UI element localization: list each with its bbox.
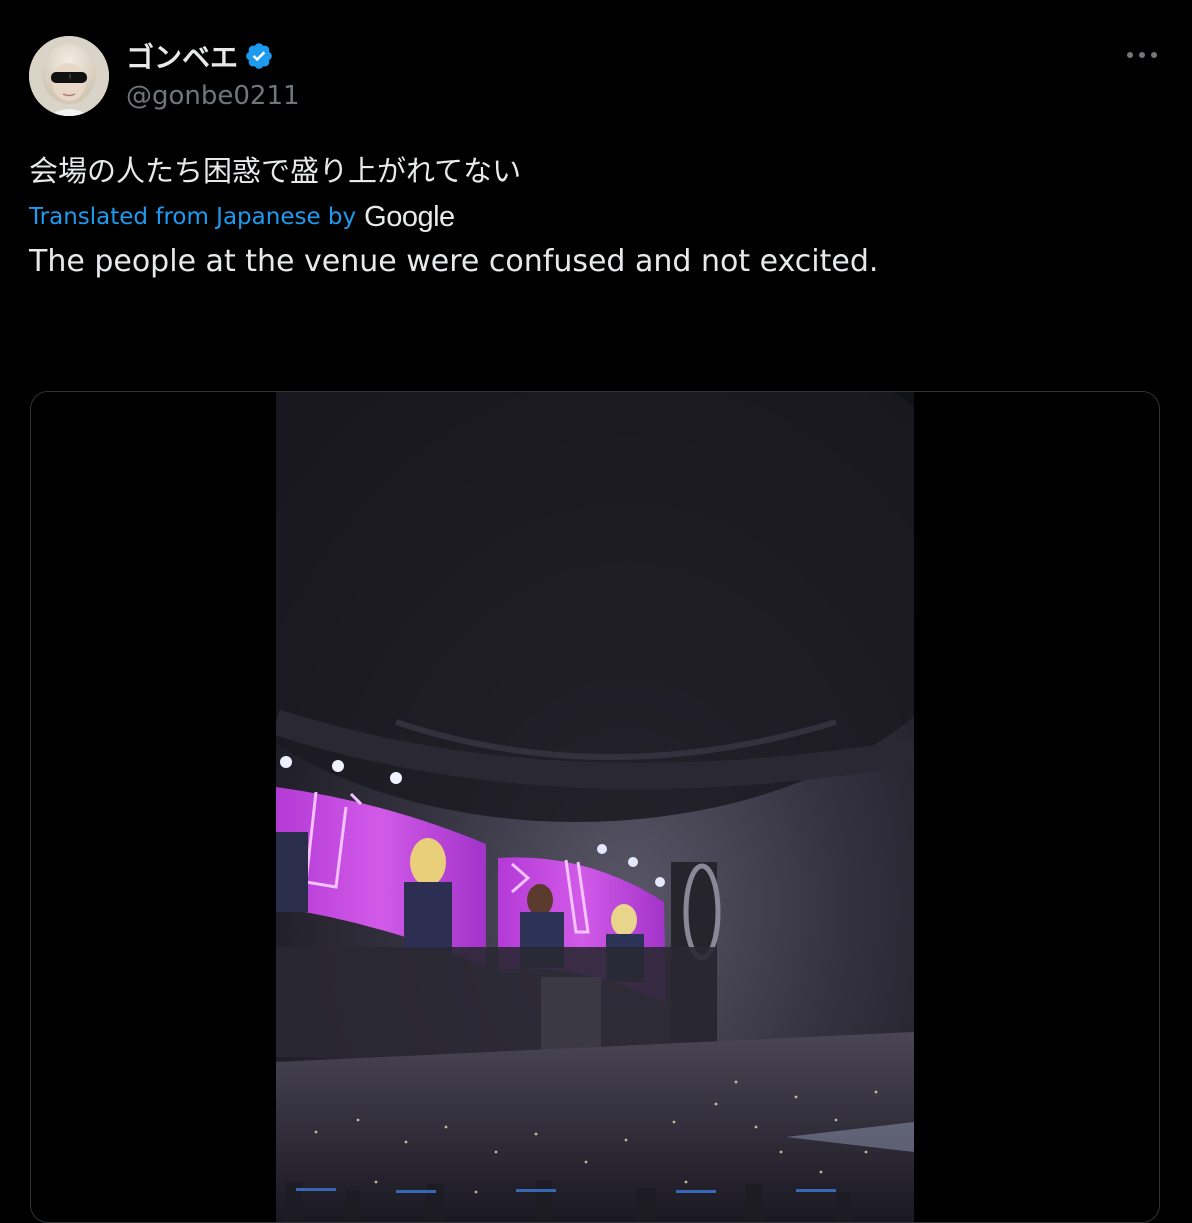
tweet-text-original: 会場の人たち困惑で盛り上がれてない [29, 154, 522, 188]
google-logo: Google [364, 200, 455, 233]
video-player[interactable] [276, 392, 914, 1222]
verified-badge-icon[interactable] [244, 41, 274, 71]
concert-video-frame [276, 392, 914, 1222]
display-name-text: ゴンベエ [126, 41, 239, 74]
media-card[interactable] [30, 391, 1160, 1223]
author-name[interactable]: ゴンベエ [126, 38, 274, 74]
tweet-text-translated: The people at the venue were confused an… [29, 244, 879, 279]
avatar[interactable] [29, 36, 109, 116]
translation-attribution: Translated from Japanese by Google [29, 200, 455, 234]
avatar-image [29, 36, 109, 116]
more-horizontal-icon [1127, 52, 1157, 58]
translated-from-link[interactable]: Translated from Japanese by [29, 204, 356, 230]
author-handle[interactable]: @gonbe0211 [126, 81, 300, 111]
more-button[interactable] [1120, 40, 1164, 70]
